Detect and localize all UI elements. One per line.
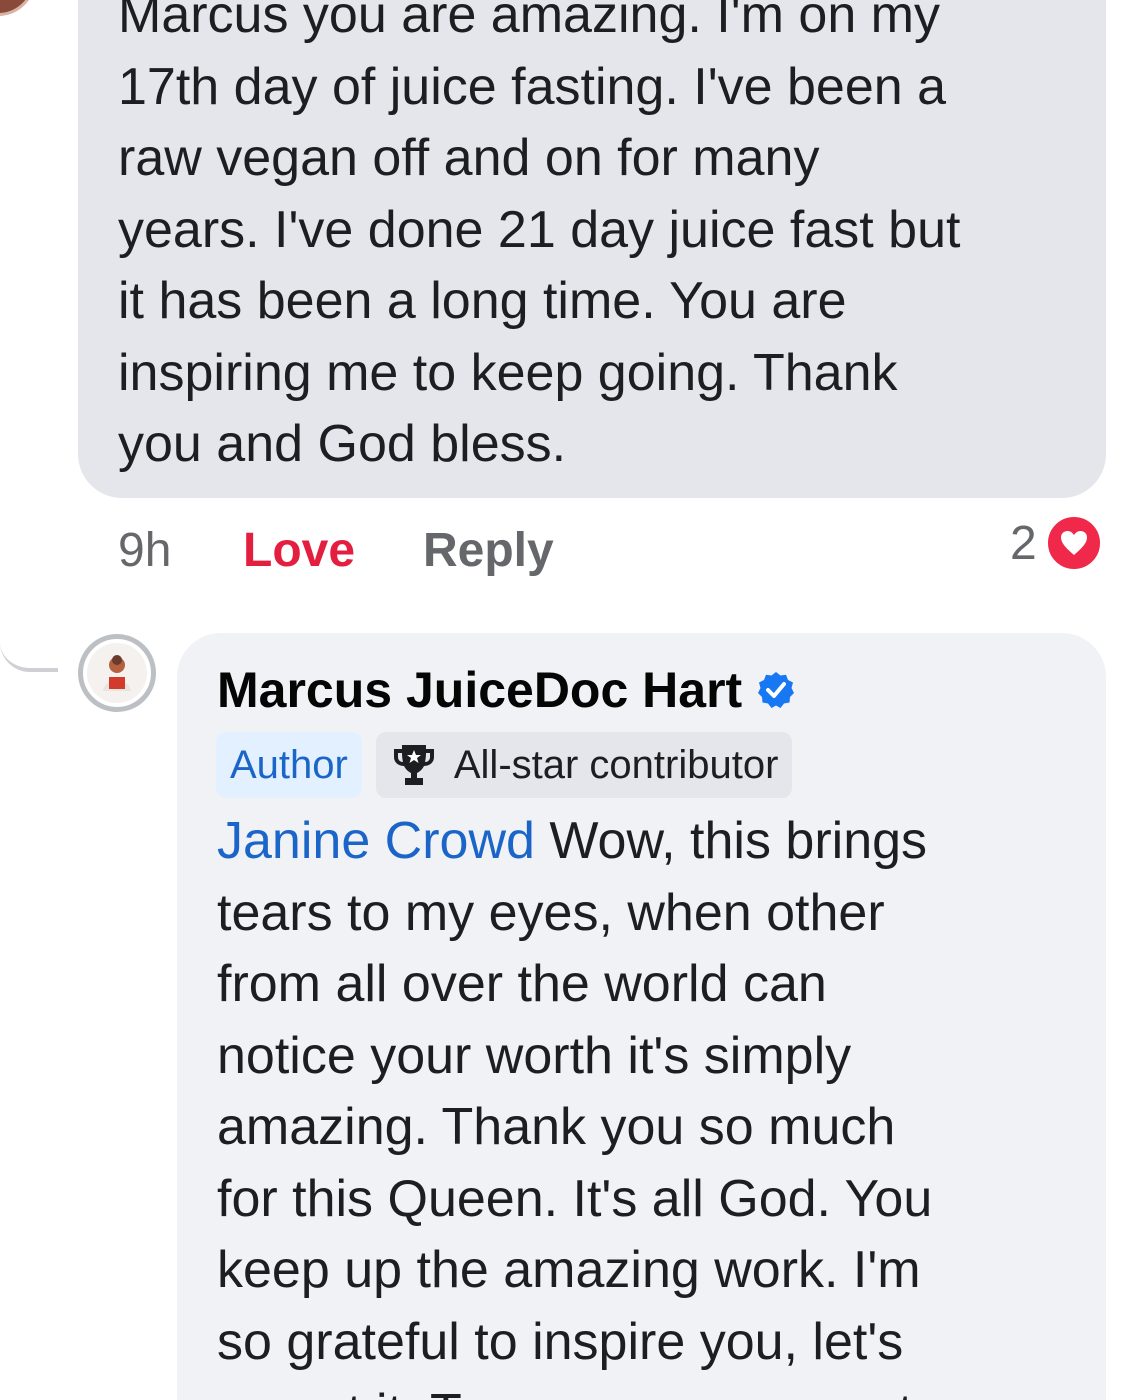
author-badge[interactable]: Author	[216, 732, 362, 798]
love-button[interactable]: Love	[243, 523, 423, 578]
reply-author-avatar[interactable]	[78, 634, 156, 712]
reply-author-badges: Author All-star contributor	[216, 732, 793, 798]
mention-link[interactable]: Janine Crowd	[217, 812, 535, 870]
thread-connector-line	[0, 612, 58, 672]
verified-badge-icon	[758, 672, 795, 708]
allstar-contributor-badge[interactable]: All-star contributor	[375, 732, 793, 798]
reply-text-block: Janine Crowd Wow, this brings tears to m…	[217, 806, 1087, 1400]
allstar-contributor-label: All-star contributor	[453, 742, 779, 787]
trophy-icon	[393, 745, 434, 785]
reaction-count: 2	[1010, 516, 1037, 570]
heart-icon	[1044, 514, 1103, 572]
comment-actions: 9h Love Reply	[118, 518, 554, 582]
avatar-photo-icon	[87, 643, 147, 703]
reply-author-name[interactable]: Marcus JuiceDoc Hart	[217, 661, 742, 719]
reply-text: Wow, this brings tears to my eyes, when …	[217, 812, 933, 1400]
comment-timestamp[interactable]: 9h	[118, 523, 243, 578]
comment-text: Marcus you are amazing. I'm on my 17th d…	[118, 0, 961, 473]
reply-button[interactable]: Reply	[423, 523, 554, 578]
reaction-summary[interactable]: 2	[1010, 514, 1103, 572]
comments-thread: Marcus you are amazing. I'm on my 17th d…	[0, 0, 1134, 1400]
reply-author-row: Marcus JuiceDoc Hart	[217, 660, 796, 720]
commenter-avatar[interactable]	[0, 0, 36, 16]
